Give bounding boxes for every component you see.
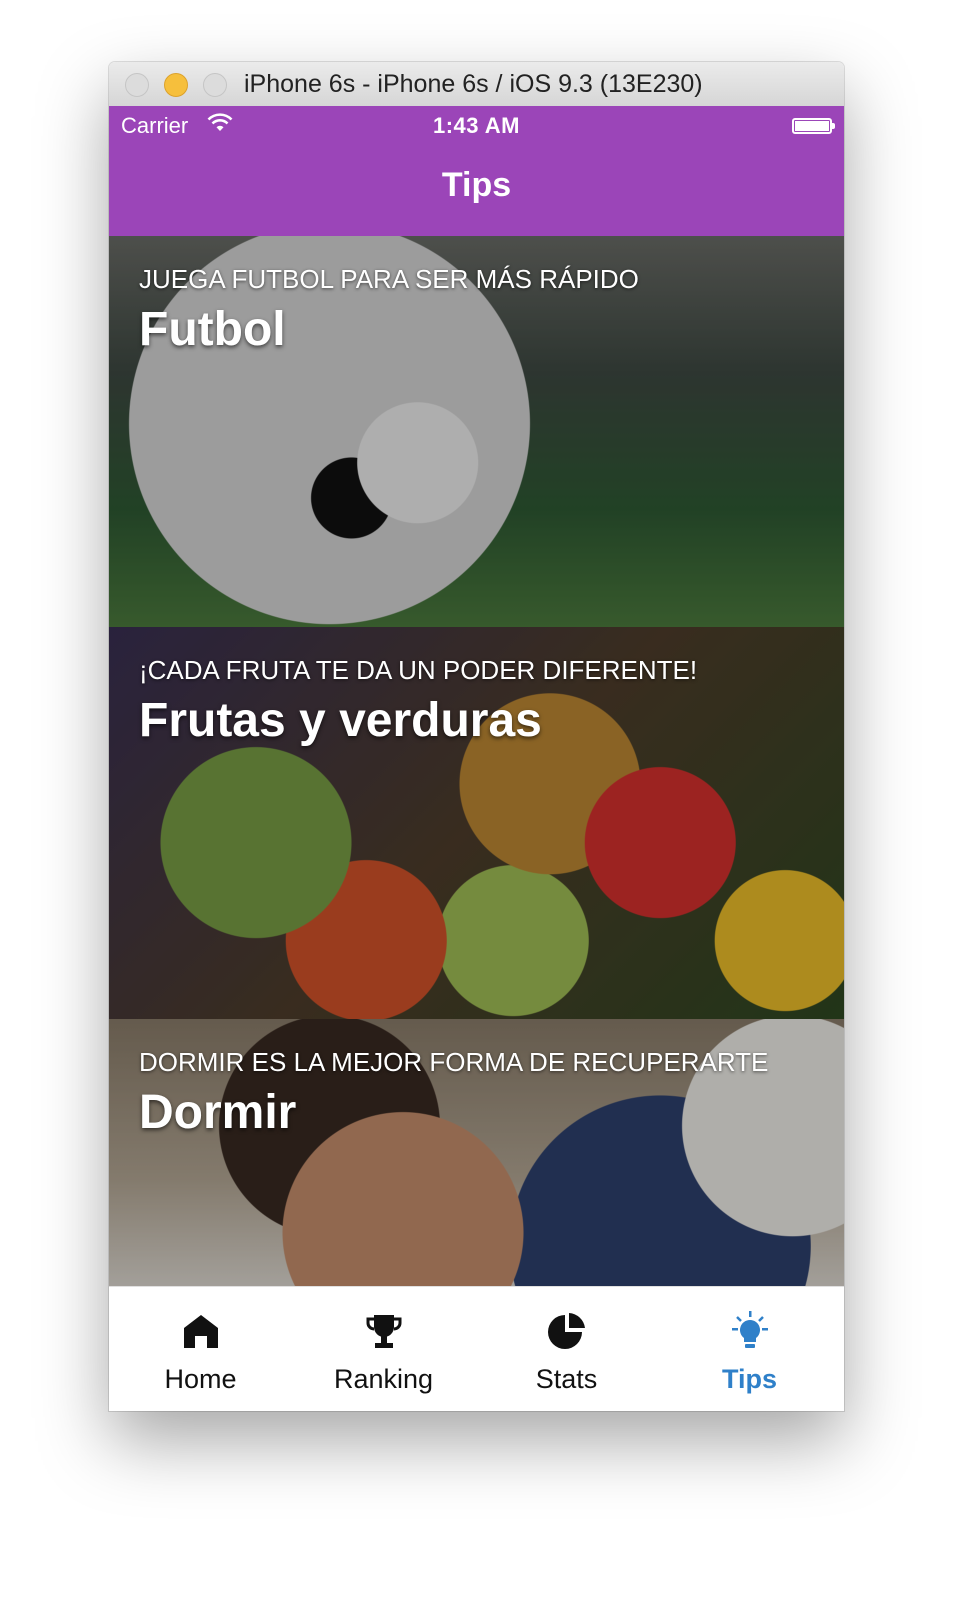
pie-chart-icon <box>547 1311 587 1351</box>
tip-card-futbol[interactable]: JUEGA FUTBOL PARA SER MÁS RÁPIDO Futbol <box>109 236 844 627</box>
battery-icon <box>792 118 835 134</box>
window-title: iPhone 6s - iPhone 6s / iOS 9.3 (13E230) <box>244 70 703 98</box>
tip-card-dormir[interactable]: DORMIR ES LA MEJOR FORMA DE RECUPERARTE … <box>109 1019 844 1286</box>
tab-stats[interactable]: Stats <box>475 1287 658 1411</box>
tab-home[interactable]: Home <box>109 1287 292 1411</box>
navigation-bar: Tips <box>109 146 844 236</box>
minimize-window-button[interactable] <box>164 73 188 97</box>
tip-title: Dormir <box>139 1086 297 1139</box>
zoom-window-button[interactable] <box>203 73 227 97</box>
tab-label: Tips <box>721 1364 777 1394</box>
tab-ranking[interactable]: Ranking <box>292 1287 475 1411</box>
tab-label: Stats <box>535 1364 598 1394</box>
status-bar: Carrier 1:43 AM <box>109 106 844 146</box>
tab-label: Ranking <box>333 1364 434 1394</box>
tip-subtitle: DORMIR ES LA MEJOR FORMA DE RECUPERARTE <box>139 1047 769 1077</box>
tab-bar: Home Ranking Stats Tips <box>109 1286 844 1411</box>
tip-subtitle: ¡CADA FRUTA TE DA UN PODER DIFERENTE! <box>139 655 698 685</box>
home-icon <box>181 1311 221 1351</box>
trophy-icon <box>364 1311 404 1351</box>
simulator-window: iPhone 6s - iPhone 6s / iOS 9.3 (13E230)… <box>109 62 844 1411</box>
tip-card-frutas[interactable]: ¡CADA FRUTA TE DA UN PODER DIFERENTE! Fr… <box>109 627 844 1019</box>
tip-subtitle: JUEGA FUTBOL PARA SER MÁS RÁPIDO <box>139 264 639 294</box>
tab-tips[interactable]: Tips <box>658 1287 841 1411</box>
tab-label: Home <box>164 1364 237 1394</box>
tip-title: Futbol <box>139 303 286 356</box>
window-titlebar: iPhone 6s - iPhone 6s / iOS 9.3 (13E230) <box>109 62 844 107</box>
lightbulb-icon <box>730 1311 770 1351</box>
tip-title: Frutas y verduras <box>139 694 542 747</box>
page-title: Tips <box>441 166 512 204</box>
status-time: 1:43 AM <box>432 113 521 138</box>
close-window-button[interactable] <box>125 73 149 97</box>
